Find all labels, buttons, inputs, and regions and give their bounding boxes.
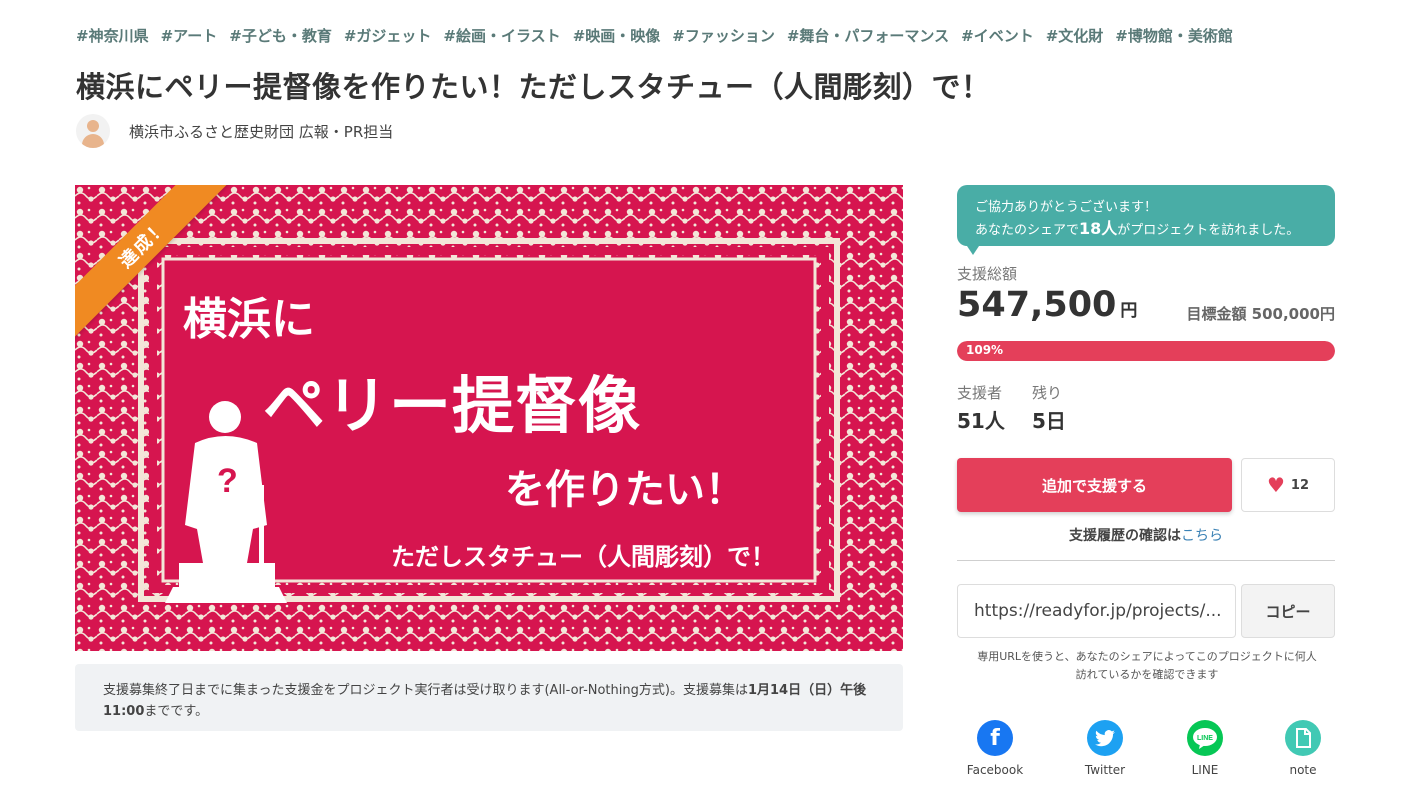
remaining-label: 残り <box>1032 384 1063 402</box>
owner-name: 横浜市ふるさと歴史財団 広報・PR担当 <box>129 122 394 141</box>
twitter-icon <box>1087 720 1123 756</box>
share-url-field[interactable]: https://readyfor.jp/projects/... <box>957 584 1236 638</box>
tag-link[interactable]: #文化財 <box>1046 25 1104 46</box>
remaining-value: 5日 <box>1032 409 1066 433</box>
hero-image: ? 達成！ 横浜に ペリー提督像 を作りたい！ ただしスタチュー（人間彫刻）で！ <box>75 185 903 651</box>
note-icon <box>1285 720 1321 756</box>
progress-bar: 109% <box>957 341 1335 361</box>
total-label: 支援総額 <box>957 265 1018 283</box>
svg-text:LINE: LINE <box>1197 735 1213 742</box>
notice-text: 支援募集終了日までに集まった支援金をプロジェクト実行者は受け取ります(All-o… <box>103 683 748 698</box>
progress-label: 109% <box>966 343 1004 357</box>
balloon-line2: あなたのシェアで18人がプロジェクトを訪れました。 <box>975 219 1300 238</box>
tag-link[interactable]: #絵画・イラスト <box>443 25 560 46</box>
tag-link[interactable]: #舞台・パフォーマンス <box>787 25 949 46</box>
project-owner[interactable]: 横浜市ふるさと歴史財団 広報・PR担当 <box>76 114 393 148</box>
tag-link[interactable]: #子ども・教育 <box>229 25 332 46</box>
hero-text-line1: 横浜に <box>183 294 315 345</box>
total-amount-value: 547,500 <box>957 285 1117 325</box>
facebook-icon: f <box>977 720 1013 756</box>
total-amount: 547,500 円 <box>957 285 1137 325</box>
share-label: LINE <box>1191 763 1219 777</box>
tag-link[interactable]: #ガジェット <box>344 25 432 46</box>
share-label: Facebook <box>966 763 1024 777</box>
tag-link[interactable]: #イベント <box>961 25 1034 46</box>
tag-link[interactable]: #映画・映像 <box>573 25 661 46</box>
tag-link[interactable]: #アート <box>161 25 218 46</box>
total-amount-unit: 円 <box>1120 301 1138 321</box>
share-line[interactable]: LINE LINE <box>1170 720 1240 777</box>
visitor-count: 18人 <box>1079 219 1118 238</box>
progress-bar-fill <box>957 341 1335 361</box>
notice-suffix: までです。 <box>144 704 209 719</box>
line-icon: LINE <box>1187 720 1223 756</box>
share-url-note: 専用URLを使うと、あなたのシェアによってこのプロジェクトに何人訪れているかを確… <box>977 650 1317 681</box>
hero-text-line2: ペリー提督像 <box>263 369 642 442</box>
tag-link[interactable]: #ファッション <box>672 25 775 46</box>
share-twitter[interactable]: Twitter <box>1070 720 1140 777</box>
hero-text-line4: ただしスタチュー（人間彫刻）で！ <box>391 543 775 571</box>
share-label: Twitter <box>1084 763 1126 777</box>
share-note[interactable]: note <box>1268 720 1338 777</box>
history-link[interactable]: こちら <box>1181 528 1223 544</box>
copy-button[interactable]: コピー <box>1241 584 1335 638</box>
history-text: 支援履歴の確認は <box>1069 528 1181 544</box>
goal-amount: 目標金額 500,000円 <box>1186 305 1335 323</box>
favorite-count: 12 <box>1290 477 1310 493</box>
tag-link[interactable]: #神奈川県 <box>76 25 149 46</box>
support-history: 支援履歴の確認はこちら <box>957 525 1335 545</box>
supporters-value: 51人 <box>957 409 1005 433</box>
page-title: 横浜にペリー提督像を作りたい！ただしスタチュー（人間彫刻）で！ <box>76 70 991 104</box>
heart-icon: ♥ <box>1266 473 1285 497</box>
favorite-button[interactable]: ♥ 12 <box>1241 458 1335 512</box>
share-label: note <box>1289 763 1317 777</box>
balloon-line1: ご協力ありがとうございます！ <box>975 200 1158 215</box>
tag-link[interactable]: #博物館・美術館 <box>1115 25 1233 46</box>
supporters-label: 支援者 <box>957 384 1003 402</box>
share-thanks-balloon: ご協力ありがとうございます！ あなたのシェアで18人がプロジェクトを訪れました。 <box>957 185 1335 255</box>
hero-text-line3: を作りたい！ <box>505 467 745 513</box>
divider <box>957 560 1335 561</box>
support-button[interactable]: 追加で支援する <box>957 458 1232 512</box>
funding-notice: 支援募集終了日までに集まった支援金をプロジェクト実行者は受け取ります(All-o… <box>75 664 903 731</box>
tag-list: #神奈川県 #アート #子ども・教育 #ガジェット #絵画・イラスト #映画・映… <box>76 25 1233 46</box>
share-facebook[interactable]: f Facebook <box>960 720 1030 777</box>
svg-text:?: ? <box>217 462 238 500</box>
avatar <box>76 114 110 148</box>
